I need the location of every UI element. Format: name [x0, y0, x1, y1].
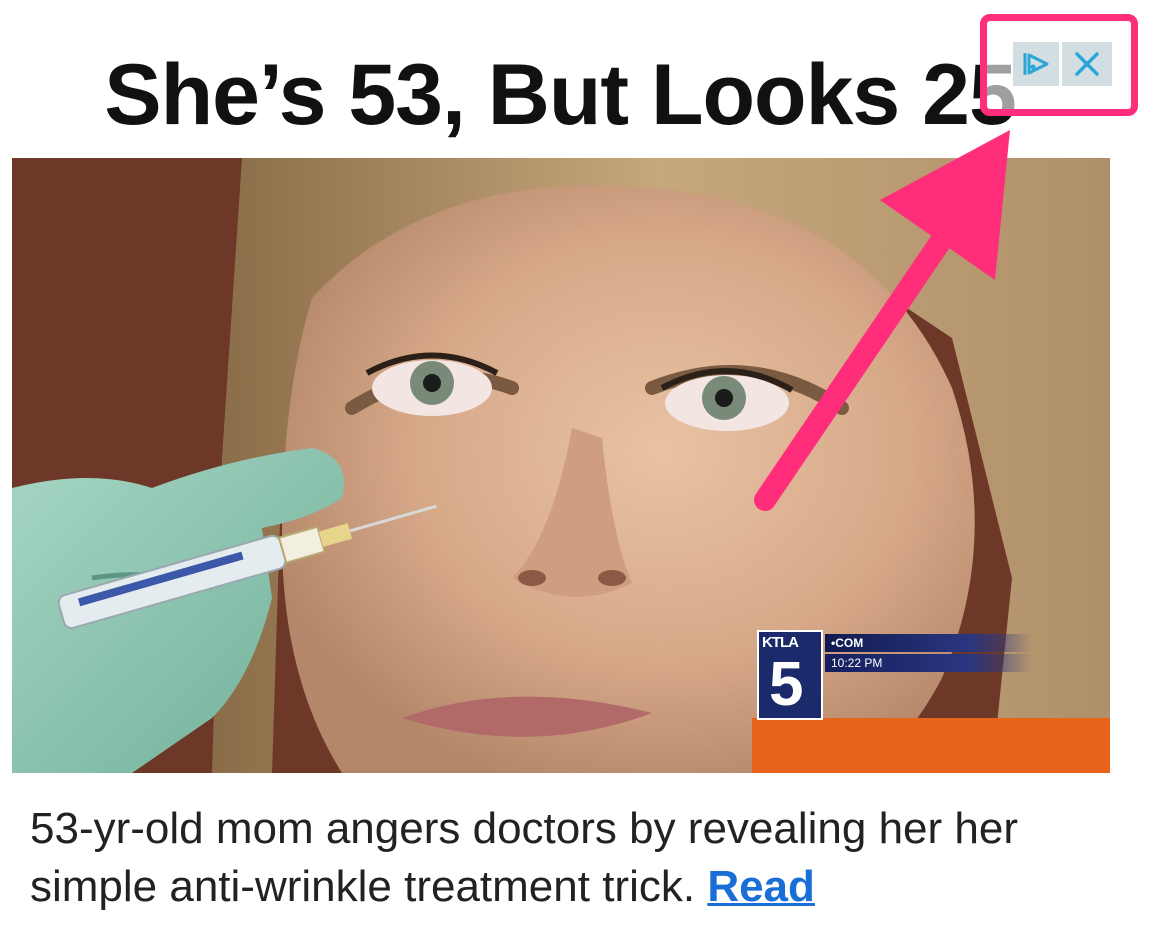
caption-text: 53-yr-old mom angers doctors by revealin…	[30, 804, 1019, 911]
ktla-logo: KTLA 5	[757, 630, 823, 720]
overlay-time: 10:22 PM	[825, 654, 1031, 672]
adchoices-button[interactable]	[1013, 42, 1059, 86]
adchoices-icon	[1023, 53, 1049, 75]
tv-station-overlay: KTLA 5 •COM 10:22 PM	[757, 630, 1097, 720]
close-icon	[1075, 52, 1099, 76]
ad-headline[interactable]: She’s 53, But Looks 25	[0, 40, 1120, 150]
highlight-box	[980, 14, 1138, 116]
close-ad-button[interactable]	[1062, 42, 1112, 86]
station-name: KTLA	[762, 634, 799, 651]
overlay-line-1: •COM	[825, 634, 1031, 652]
channel-number: 5	[769, 650, 804, 719]
ad-caption[interactable]: 53-yr-old mom angers doctors by revealin…	[30, 800, 1130, 916]
read-link[interactable]: Read	[707, 862, 815, 911]
